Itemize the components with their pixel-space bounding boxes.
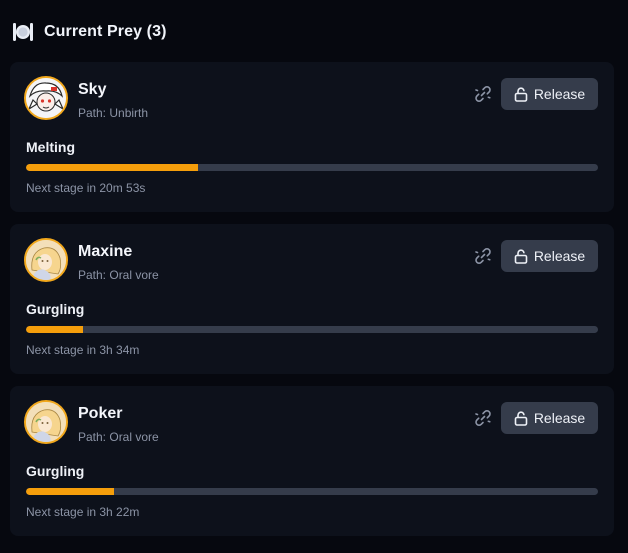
unlock-icon xyxy=(514,410,528,426)
release-button[interactable]: Release xyxy=(501,240,598,272)
progress-fill xyxy=(26,164,198,171)
progress-bar xyxy=(26,326,598,333)
next-stage-text: Next stage in 3h 34m xyxy=(26,343,140,357)
release-label: Release xyxy=(533,86,586,102)
section-title: Current Prey (3) xyxy=(44,23,167,40)
prey-card: Maxine Path: Oral vore Release Gurgling xyxy=(10,224,614,374)
avatar xyxy=(24,76,68,120)
release-label: Release xyxy=(533,410,586,426)
unlock-icon xyxy=(514,248,528,264)
prey-path: Path: Unbirth xyxy=(78,106,149,120)
current-prey-panel: Current Prey (3) Sky Path: Unbirth Relea… xyxy=(0,0,628,553)
prey-path: Path: Oral vore xyxy=(78,268,159,282)
digestion-stage: Gurgling xyxy=(26,301,85,317)
prey-name: Maxine xyxy=(78,243,133,260)
avatar xyxy=(24,400,68,444)
digestion-stage: Melting xyxy=(26,139,75,155)
section-header: Current Prey (3) xyxy=(12,20,167,44)
release-button[interactable]: Release xyxy=(501,402,598,434)
prey-name: Sky xyxy=(78,81,107,98)
progress-fill xyxy=(26,488,115,495)
next-stage-text: Next stage in 20m 53s xyxy=(26,181,146,195)
prey-path: Path: Oral vore xyxy=(78,430,159,444)
link-icon[interactable] xyxy=(474,85,492,103)
progress-bar xyxy=(26,164,598,171)
prey-card: Poker Path: Oral vore Release Gurgling N… xyxy=(10,386,614,536)
plate-cutlery-icon xyxy=(12,21,34,43)
progress-fill xyxy=(26,326,84,333)
progress-bar xyxy=(26,488,598,495)
release-button[interactable]: Release xyxy=(501,78,598,110)
digestion-stage: Gurgling xyxy=(26,463,85,479)
avatar xyxy=(24,238,68,282)
release-label: Release xyxy=(533,248,586,264)
link-icon[interactable] xyxy=(474,247,492,265)
unlock-icon xyxy=(514,86,528,102)
link-icon[interactable] xyxy=(474,409,492,427)
prey-name: Poker xyxy=(78,405,123,422)
prey-card: Sky Path: Unbirth Release Melting Next s… xyxy=(10,62,614,212)
next-stage-text: Next stage in 3h 22m xyxy=(26,505,140,519)
